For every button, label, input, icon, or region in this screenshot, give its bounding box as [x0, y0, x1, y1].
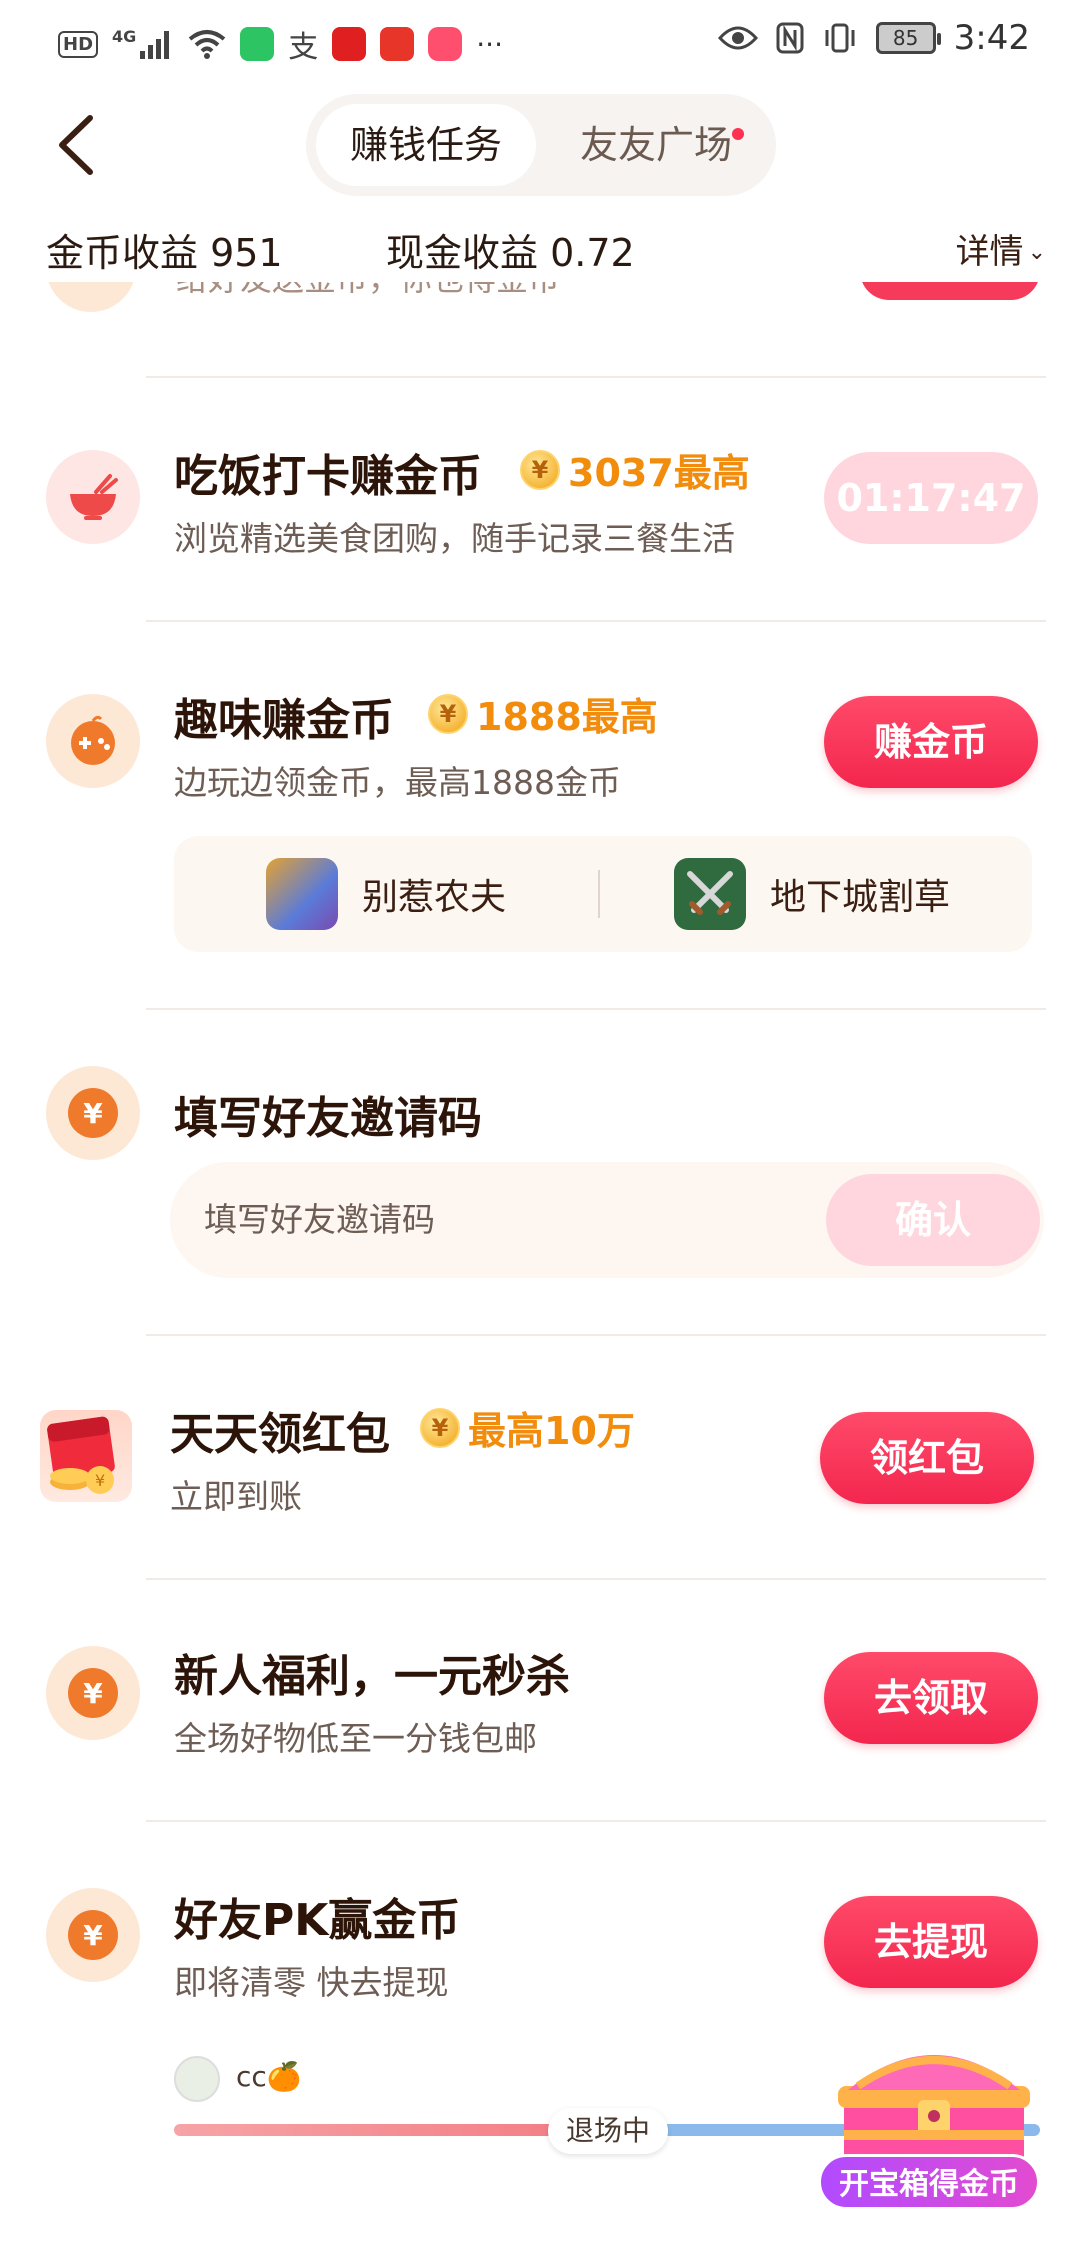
newuser-task-desc: 全场好物低至一分钱包邮 [174, 1719, 537, 1758]
fun-task-title: 趣味赚金币 [174, 695, 394, 746]
treasure-label[interactable]: 开宝箱得金币 [818, 2154, 1040, 2210]
partial-task-icon [46, 282, 136, 312]
coin-earnings: 金币收益 951 [46, 231, 283, 275]
chevron-down-icon: ⌄ [1027, 240, 1046, 265]
dungeon-game-icon [674, 858, 746, 930]
redpacket-task-desc: 立即到账 [170, 1477, 302, 1516]
fun-task-reward-value: 1888最高 [476, 695, 658, 739]
pk-task-desc: 即将清零 快去提现 [174, 1963, 449, 2002]
eye-icon [717, 26, 758, 50]
avatar[interactable] [174, 2056, 220, 2102]
redpacket-task-title: 天天领红包 [170, 1409, 390, 1460]
signal-icon [140, 31, 170, 59]
divider [146, 1334, 1046, 1336]
back-button[interactable] [50, 110, 110, 180]
newuser-task-title: 新人福利，一元秒杀 [174, 1651, 570, 1702]
game-item-farmer[interactable]: 别惹农夫 [266, 856, 506, 932]
bowl-icon [70, 474, 118, 520]
earn-coins-button[interactable]: 赚金币 [824, 696, 1038, 788]
status-bar: HD 4G 支 ··· 85 3:42 [0, 0, 1080, 80]
divider [146, 620, 1046, 622]
clock: 3:42 [953, 18, 1030, 58]
more-notifications-icon: ··· [476, 27, 503, 61]
battery-indicator: 85 [875, 22, 941, 54]
coin-icon: ¥ [420, 1407, 460, 1448]
redpacket-app-icon [380, 27, 415, 61]
claim-redpacket-button[interactable]: 领红包 [820, 1412, 1034, 1504]
friend-name: cc🍊 [236, 2060, 302, 2093]
shopping-app-icon [332, 27, 367, 61]
divider [146, 1008, 1046, 1010]
vibrate-icon [825, 23, 855, 53]
game-item-label: 别惹农夫 [362, 877, 507, 918]
games-divider [598, 870, 600, 918]
tab-bar: 赚钱任务 友友广场 [306, 94, 776, 196]
invite-task-title: 填写好友邀请码 [174, 1093, 482, 1144]
divider [146, 1820, 1046, 1822]
meal-task-desc: 浏览精选美食团购，随手记录三餐生活 [174, 519, 735, 558]
meal-task-title: 吃饭打卡赚金币 [174, 451, 482, 502]
newuser-task-icon: ¥ [46, 1646, 140, 1740]
partial-task-row: 给好友送金币，你也得金币 [0, 282, 1080, 312]
redpacket-task-reward-value: 最高10万 [468, 1409, 635, 1453]
pk-task-title: 好友PK赢金币 [174, 1895, 461, 1946]
tab-friend-square[interactable]: 友友广场 [546, 104, 766, 186]
tab-friend-square-label: 友友广场 [579, 123, 732, 167]
withdraw-button[interactable]: 去提现 [824, 1896, 1038, 1988]
status-right: 85 3:42 [717, 18, 1030, 58]
fun-task-desc: 边玩边领金币，最高1888金币 [174, 763, 621, 802]
pk-task-icon: ¥ [46, 1888, 140, 1982]
meal-task-reward-value: 3037最高 [568, 451, 750, 495]
details-label: 详情 [955, 232, 1024, 272]
partial-task-button[interactable] [860, 282, 1040, 300]
coin-icon: ¥ [428, 693, 468, 734]
chevron-left-icon [59, 115, 93, 175]
confirm-button[interactable]: 确认 [826, 1174, 1040, 1266]
pk-status-badge: 退场中 [548, 2108, 668, 2154]
earnings-summary: 金币收益 951 现金收益 0.72 详情 ⌄ [46, 222, 1046, 282]
partial-task-desc: 给好友送金币，你也得金币 [176, 282, 560, 300]
red-envelope-icon: ¥ [47, 1416, 115, 1494]
network-type: 4G [112, 26, 137, 46]
meal-task-icon [46, 450, 140, 544]
crossed-swords-icon [687, 871, 733, 915]
gamepad-icon [71, 715, 115, 765]
video-app-icon [428, 27, 463, 61]
pk-progress-left [174, 2124, 564, 2136]
coin-icon: ¥ [520, 449, 560, 490]
nfc-icon [776, 22, 804, 54]
cash-earnings: 现金收益 0.72 [386, 231, 635, 275]
alipay-icon: 支 [288, 30, 319, 65]
redpacket-task-reward: ¥ 最高10万 [420, 1400, 635, 1455]
fun-task-reward: ¥1888最高 [428, 686, 658, 741]
yuan-coin-icon: ¥ [68, 1910, 118, 1960]
games-panel: 别惹农夫 地下城割草 [174, 836, 1032, 952]
svg-text:¥: ¥ [95, 1471, 105, 1490]
wechat-icon [240, 27, 275, 61]
divider [146, 376, 1046, 378]
notification-dot [732, 128, 744, 140]
game-item-label: 地下城割草 [770, 877, 951, 918]
game-item-dungeon[interactable]: 地下城割草 [674, 856, 950, 932]
details-link[interactable]: 详情 ⌄ [956, 224, 1046, 273]
fun-task-icon [46, 694, 140, 788]
invite-code-input[interactable] [204, 1162, 764, 1278]
claim-newuser-button[interactable]: 去领取 [824, 1652, 1038, 1744]
yuan-coin-icon: ¥ [68, 1668, 118, 1718]
tab-earn-tasks[interactable]: 赚钱任务 [316, 104, 536, 186]
meal-countdown-button[interactable]: 01:17:47 [824, 452, 1038, 544]
yuan-coin-icon: ¥ [68, 1088, 118, 1138]
farmer-game-icon [266, 858, 338, 930]
red-packet-icon: ¥ [40, 1410, 132, 1502]
invite-task-icon: ¥ [46, 1066, 140, 1160]
status-left: HD 4G 支 ··· [58, 22, 503, 66]
wifi-icon [189, 30, 226, 59]
meal-task-reward: ¥3037最高 [520, 442, 750, 497]
divider [146, 1578, 1046, 1580]
hd-indicator: HD [58, 30, 99, 58]
